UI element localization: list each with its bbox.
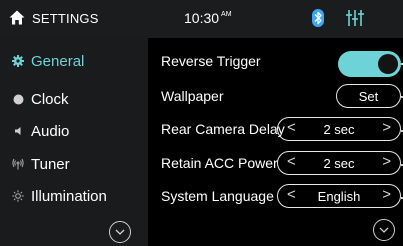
rear-camera-delay-selector[interactable]: < 2 sec > — [277, 117, 401, 141]
sidebar-item-label: Audio — [31, 122, 70, 140]
top-bar: SETTINGS 10:30 AM — [0, 0, 403, 38]
chevron-right-icon[interactable]: > — [382, 119, 391, 136]
home-icon[interactable] — [9, 10, 25, 25]
setting-label: Retain ACC Power — [161, 155, 278, 171]
clock-time: 10:30 — [184, 10, 220, 26]
equalizer-icon[interactable] — [346, 10, 364, 31]
gear-icon — [7, 55, 29, 67]
sidebar-item-illumination[interactable]: Illumination — [0, 179, 148, 213]
setting-label: Wallpaper — [161, 88, 224, 104]
clock-ampm: AM — [221, 11, 232, 18]
settings-scroll-down-button[interactable] — [373, 219, 395, 241]
chevron-right-icon[interactable]: > — [382, 153, 391, 170]
setting-label: Rear Camera Delay — [161, 121, 285, 137]
sidebar-item-label: General — [31, 52, 85, 70]
sun-icon — [7, 190, 29, 202]
sidebar-scroll-down-button[interactable] — [109, 221, 131, 243]
setting-label: Reverse Trigger — [161, 53, 261, 69]
page-title: SETTINGS — [32, 11, 99, 26]
reverse-trigger-toggle[interactable] — [338, 51, 401, 77]
sidebar-item-audio[interactable]: Audio — [0, 114, 148, 148]
sidebar-item-clock[interactable]: Clock — [0, 82, 148, 116]
sidebar-item-tuner[interactable]: Tuner — [0, 147, 148, 181]
sidebar: General Clock Audio Tuner Illumination — [0, 38, 148, 246]
chevron-right-icon[interactable]: > — [382, 186, 391, 203]
sidebar-item-label: Illumination — [31, 187, 107, 205]
speaker-icon — [7, 126, 29, 136]
chevron-down-icon — [379, 227, 389, 233]
antenna-icon — [7, 158, 29, 170]
toggle-knob — [378, 54, 398, 74]
setting-label: System Language — [161, 188, 274, 204]
clock-display: 10:30 AM — [184, 10, 232, 26]
sidebar-item-label: Clock — [31, 90, 69, 108]
clock-dot-icon — [7, 94, 29, 105]
retain-acc-power-selector[interactable]: < 2 sec > — [277, 151, 401, 175]
sidebar-item-general[interactable]: General — [0, 44, 148, 78]
set-button-label: Set — [358, 89, 379, 104]
bluetooth-icon[interactable] — [312, 9, 324, 32]
wallpaper-set-button[interactable]: Set — [336, 84, 401, 108]
system-language-selector[interactable]: < English > — [277, 184, 401, 208]
chevron-down-icon — [115, 229, 125, 235]
sidebar-item-label: Tuner — [31, 155, 70, 173]
